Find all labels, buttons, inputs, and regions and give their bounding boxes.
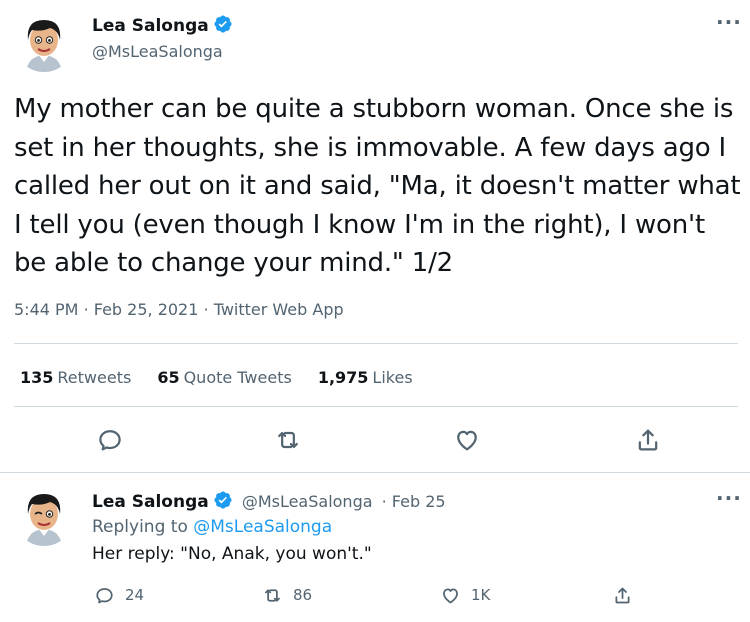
reply-count: 24 [125, 586, 145, 604]
divider [14, 406, 738, 407]
more-icon[interactable]: ··· [716, 10, 742, 34]
share-icon[interactable] [634, 426, 662, 454]
like-icon [440, 585, 461, 606]
author-handle[interactable]: @MsLeaSalonga [92, 42, 223, 61]
verified-badge-icon [213, 14, 233, 38]
retweets-stat[interactable]: 135 Retweets [20, 368, 131, 387]
reply-author-name[interactable]: Lea Salonga [92, 492, 209, 512]
reply-like-button[interactable]: 1K [440, 584, 490, 606]
reply-author-handle[interactable]: @MsLeaSalonga [242, 492, 373, 511]
like-count: 1K [471, 586, 491, 604]
stats-row: 135 Retweets 65 Quote Tweets 1,975 Likes [20, 368, 413, 387]
reply-date[interactable]: · Feb 25 [382, 492, 446, 511]
divider [14, 343, 738, 344]
replying-to-label: Replying to [92, 517, 188, 537]
verified-badge-icon [213, 490, 233, 514]
author-name[interactable]: Lea Salonga [92, 16, 209, 36]
tweet-source[interactable]: Twitter Web App [214, 300, 344, 319]
avatar[interactable] [14, 12, 74, 72]
replying-to-link[interactable]: @MsLeaSalonga [193, 517, 332, 537]
meta-separator: · [203, 300, 209, 319]
replying-to: Replying to @MsLeaSalonga [92, 517, 332, 537]
retweet-icon [262, 585, 283, 606]
tweet-date[interactable]: Feb 25, 2021 [94, 300, 199, 319]
like-icon[interactable] [453, 426, 481, 454]
author-name-row[interactable]: Lea Salonga [92, 14, 233, 38]
meta-separator: · [83, 300, 89, 319]
reply-icon[interactable] [96, 426, 124, 454]
reply-retweet-button[interactable]: 86 [262, 584, 312, 606]
reply-share-button[interactable] [612, 584, 633, 606]
retweet-count: 86 [293, 586, 313, 604]
reply-icon [94, 585, 115, 606]
reply-text: Her reply: "No, Anak, you won't." [92, 544, 372, 564]
reply-reply-button[interactable]: 24 [94, 584, 144, 606]
tweet-time[interactable]: 5:44 PM [14, 300, 78, 319]
reply-header: Lea Salonga @MsLeaSalonga · Feb 25 [92, 490, 446, 514]
tweet-meta: 5:44 PM · Feb 25, 2021 · Twitter Web App [14, 300, 344, 319]
likes-stat[interactable]: 1,975 Likes [318, 368, 413, 387]
reply-avatar[interactable] [14, 486, 74, 546]
divider [0, 472, 750, 473]
share-icon [612, 585, 633, 606]
quote-tweets-stat[interactable]: 65 Quote Tweets [157, 368, 292, 387]
retweet-icon[interactable] [274, 426, 302, 454]
more-icon[interactable]: ··· [716, 486, 742, 510]
tweet-text: My mother can be quite a stubborn woman.… [14, 94, 741, 278]
